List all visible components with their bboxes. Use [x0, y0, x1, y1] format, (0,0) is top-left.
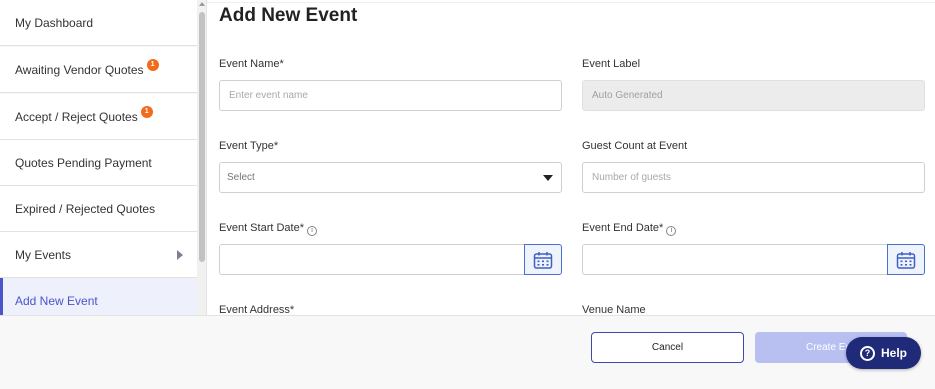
event-label-placeholder: Auto Generated [592, 90, 663, 101]
sidebar-item-accept-reject-quotes[interactable]: Accept / Reject Quotes 1 [0, 94, 197, 140]
sidebar-item-label: Quotes Pending Payment [15, 155, 152, 170]
sidebar-item-add-new-event[interactable]: Add New Event [0, 278, 197, 315]
event-name-label: Event Name* [219, 58, 284, 70]
page-title: Add New Event [219, 5, 358, 26]
sidebar-item-my-dashboard[interactable]: My Dashboard [0, 0, 197, 46]
question-icon: ? [859, 345, 875, 361]
help-button[interactable]: ? Help [846, 337, 921, 369]
cancel-button[interactable]: Cancel [591, 332, 744, 363]
event-type-label: Event Type* [219, 140, 279, 152]
sidebar-item-quotes-pending-payment[interactable]: Quotes Pending Payment [0, 140, 197, 186]
sidebar-item-expired-rejected-quotes[interactable]: Expired / Rejected Quotes [0, 186, 197, 232]
sidebar-item-label: My Events [15, 247, 72, 262]
notification-badge: 1 [146, 58, 159, 71]
notification-badge: 1 [140, 105, 153, 118]
sidebar-nav: My Dashboard Awaiting Vendor Quotes 1 Ac… [0, 0, 207, 315]
end-date-input[interactable] [582, 244, 888, 275]
start-date-label: Event Start Date* i [219, 222, 317, 236]
sidebar-item-label: Add New Event [15, 293, 98, 308]
end-date-label-text: Event End Date* [582, 222, 664, 234]
end-date-label: Event End Date* i [582, 222, 677, 236]
sidebar-item-label: Awaiting Vendor Quotes [15, 62, 144, 77]
event-name-input[interactable]: Enter event name [219, 80, 562, 111]
info-icon[interactable]: i [307, 226, 317, 236]
caret-down-icon [543, 175, 553, 181]
sidebar-scroll-thumb[interactable] [199, 12, 205, 262]
guest-count-input[interactable]: Number of guests [582, 162, 925, 193]
calendar-icon [533, 251, 553, 269]
sidebar-item-awaiting-vendor-quotes[interactable]: Awaiting Vendor Quotes 1 [0, 47, 197, 93]
calendar-icon [896, 251, 916, 269]
start-date-calendar-button[interactable] [524, 244, 562, 275]
divider [207, 2, 935, 3]
event-name-placeholder: Enter event name [229, 90, 308, 101]
start-date-input[interactable] [219, 244, 525, 275]
guest-count-label: Guest Count at Event [582, 140, 688, 152]
event-type-select[interactable]: Select [219, 162, 562, 193]
event-label-label: Event Label [582, 58, 641, 70]
info-icon[interactable]: i [666, 226, 677, 236]
end-date-calendar-button[interactable] [887, 244, 925, 275]
sidebar-item-my-events[interactable]: My Events [0, 232, 197, 278]
start-date-label-text: Event Start Date* [219, 222, 304, 234]
help-label: Help [880, 346, 907, 360]
event-label-input: Auto Generated [582, 80, 925, 111]
sidebar-item-label: My Dashboard [15, 15, 94, 30]
scroll-up-arrow-icon[interactable] [199, 2, 205, 6]
guest-count-placeholder: Number of guests [592, 172, 671, 183]
sidebar-item-label: Expired / Rejected Quotes [15, 201, 156, 216]
event-type-selected: Select [227, 172, 255, 183]
sidebar-item-label: Accept / Reject Quotes [15, 109, 138, 124]
chevron-right-icon [177, 250, 183, 260]
